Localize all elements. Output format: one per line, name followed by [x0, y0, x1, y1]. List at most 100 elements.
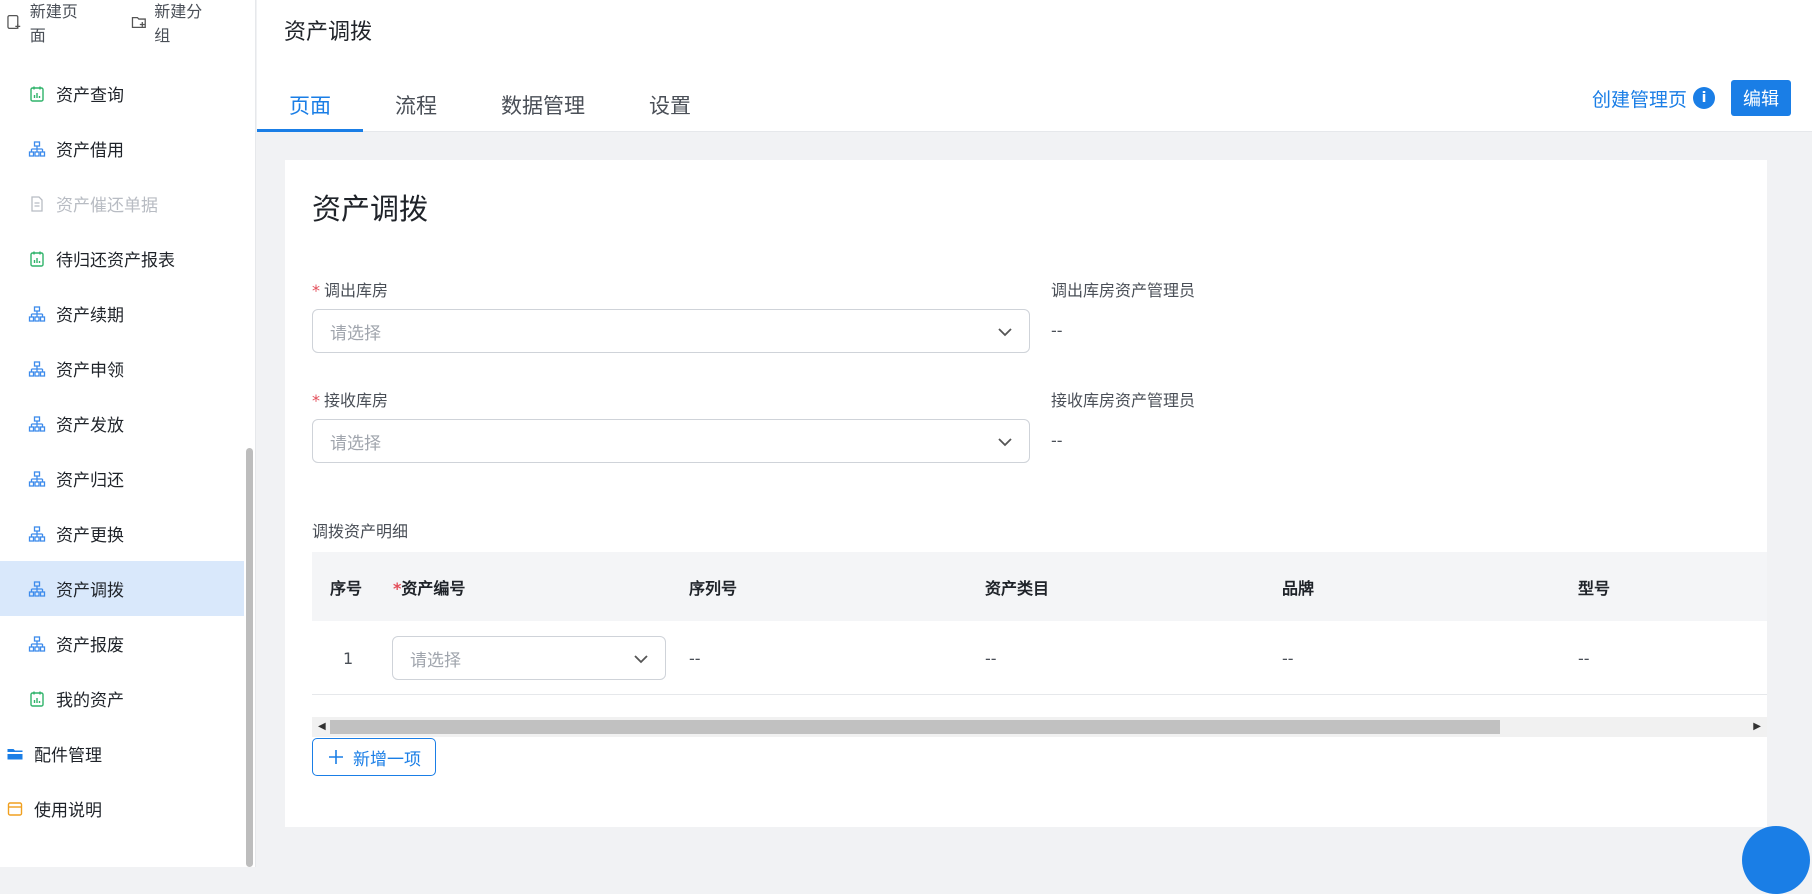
app-title: 资产调拨	[284, 20, 373, 45]
sidebar-item-pending-return-report[interactable]: 待归还资产报表	[0, 231, 244, 286]
in-warehouse-label: * 接收库房	[312, 387, 388, 411]
sidebar-item-asset-return[interactable]: 资产归还	[0, 451, 244, 506]
sidebar-item-label: 资产报废	[56, 636, 124, 656]
flow-icon	[28, 140, 46, 158]
scrollbar-thumb[interactable]	[330, 720, 1500, 734]
new-page-label: 新建页面	[29, 2, 78, 45]
plus-icon	[329, 750, 343, 764]
flow-icon	[28, 415, 46, 433]
edit-button[interactable]: 编辑	[1731, 80, 1791, 116]
cell-model: --	[1578, 648, 1590, 668]
detail-label: 调拨资产明细	[312, 522, 409, 541]
detail-table: 序号 *资产编号 序列号 资产类目 品牌 型号 1 请选择 -- -- -- -…	[312, 552, 1767, 695]
customer-service-icon[interactable]	[1742, 826, 1810, 894]
create-admin-page-label: 创建管理页	[1591, 88, 1687, 111]
sidebar-item-usage-guide[interactable]: 使用说明	[0, 781, 244, 836]
sidebar-item-asset-transfer[interactable]: 资产调拨	[0, 561, 244, 616]
chevron-down-icon	[998, 438, 1012, 447]
flow-icon	[28, 525, 46, 543]
document-icon	[28, 195, 46, 213]
sidebar-item-label: 待归还资产报表	[56, 251, 175, 271]
cell-index: 1	[343, 648, 354, 668]
sidebar-item-label: 资产催还单据	[56, 196, 158, 216]
cell-serial: --	[689, 648, 701, 668]
flow-icon	[28, 635, 46, 653]
sidebar-item-label: 资产发放	[56, 416, 124, 436]
sidebar-item-asset-replace[interactable]: 资产更换	[0, 506, 244, 561]
info-icon[interactable]: i	[1693, 87, 1715, 109]
sidebar-item-label: 资产查询	[56, 86, 124, 106]
out-warehouse-select[interactable]: 请选择	[312, 309, 1030, 353]
flow-icon	[28, 305, 46, 323]
required-mark: *	[312, 391, 320, 410]
sidebar-scrollbar[interactable]	[246, 448, 253, 867]
header-category: 资产类目	[985, 578, 1050, 598]
new-page-button[interactable]: 新建页面	[6, 0, 93, 46]
sidebar-item-my-assets[interactable]: 我的资产	[0, 671, 244, 726]
header-serial: 序列号	[689, 578, 738, 598]
sidebar-item-label: 资产归还	[56, 471, 124, 491]
header-asset-no-text: 资产编号	[401, 578, 466, 598]
report-icon	[28, 85, 46, 103]
required-mark: *	[312, 281, 320, 300]
out-warehouse-placeholder: 请选择	[330, 323, 381, 344]
table-horizontal-scrollbar[interactable]: ◀ ▶	[312, 717, 1767, 737]
report-icon	[28, 250, 46, 268]
new-group-button[interactable]: 新建分组	[131, 0, 218, 46]
create-admin-page-link[interactable]: 创建管理页 i	[1592, 85, 1715, 112]
sidebar-item-asset-reminder[interactable]: 资产催还单据	[0, 176, 244, 231]
tab-bar: 页面 流程 数据管理 设置	[257, 79, 723, 132]
add-item-label: 新增一项	[353, 749, 421, 770]
sidebar-item-asset-issue[interactable]: 资产发放	[0, 396, 244, 451]
report-icon	[28, 690, 46, 708]
folder-icon	[6, 745, 24, 763]
tab-page[interactable]: 页面	[257, 79, 363, 132]
asset-no-placeholder: 请选择	[410, 650, 461, 671]
chevron-down-icon	[998, 328, 1012, 337]
header-index: 序号	[330, 578, 363, 598]
in-admin-value: --	[1051, 431, 1063, 450]
chevron-down-icon	[634, 655, 648, 664]
asset-no-select[interactable]: 请选择	[392, 636, 666, 680]
in-admin-label: 接收库房资产管理员	[1051, 391, 1196, 410]
sidebar-item-asset-scrap[interactable]: 资产报废	[0, 616, 244, 671]
sidebar-item-asset-apply[interactable]: 资产申领	[0, 341, 244, 396]
tab-settings[interactable]: 设置	[617, 79, 723, 131]
scroll-left-icon[interactable]: ◀	[318, 721, 326, 732]
sidebar-item-asset-query[interactable]: 资产查询	[0, 66, 244, 121]
header-model: 型号	[1578, 578, 1611, 598]
add-item-button[interactable]: 新增一项	[312, 738, 436, 776]
sidebar-actions: 新建页面 新建分组	[0, 0, 255, 46]
tab-process[interactable]: 流程	[363, 79, 469, 131]
sidebar-item-asset-borrow[interactable]: 资产借用	[0, 121, 244, 176]
sidebar-nav: 资产查询 资产借用 资产催还单据 待归还资产报表 资产续期 资产申领 资产发放	[0, 66, 244, 836]
in-warehouse-select[interactable]: 请选择	[312, 419, 1030, 463]
sidebar-item-label: 配件管理	[34, 746, 102, 766]
in-warehouse-placeholder: 请选择	[330, 433, 381, 454]
sidebar-item-label: 资产调拨	[56, 581, 124, 601]
tab-data-management[interactable]: 数据管理	[469, 79, 617, 131]
cell-category: --	[985, 648, 997, 668]
cell-brand: --	[1282, 648, 1294, 668]
table-header: 序号 *资产编号 序列号 资产类目 品牌 型号	[312, 552, 1767, 621]
header: 资产调拨 页面 流程 数据管理 设置 创建管理页 i 编辑	[257, 0, 1812, 132]
flow-icon	[28, 580, 46, 598]
new-folder-icon	[131, 16, 146, 29]
sidebar-item-label: 资产申领	[56, 361, 124, 381]
out-warehouse-label-text: 调出库房	[324, 281, 389, 300]
sidebar-item-label: 使用说明	[34, 801, 102, 821]
new-page-icon	[7, 14, 21, 30]
in-warehouse-label-text: 接收库房	[324, 391, 389, 410]
table-row: 1 请选择 -- -- -- --	[312, 621, 1767, 695]
scroll-right-icon[interactable]: ▶	[1753, 721, 1761, 732]
flow-icon	[28, 360, 46, 378]
page-icon	[6, 800, 24, 818]
sidebar-item-asset-renewal[interactable]: 资产续期	[0, 286, 244, 341]
sidebar-item-label: 资产借用	[56, 141, 124, 161]
sidebar-group-parts[interactable]: 配件管理	[0, 726, 244, 781]
sidebar: 新建页面 新建分组 资产查询 资产借用 资产催还单据 待归还资产报表 资产续期	[0, 0, 256, 867]
sidebar-item-label: 我的资产	[56, 691, 124, 711]
header-actions: 创建管理页 i 编辑	[1592, 80, 1791, 116]
form-title: 资产调拨	[312, 192, 429, 226]
out-warehouse-label: * 调出库房	[312, 277, 388, 301]
